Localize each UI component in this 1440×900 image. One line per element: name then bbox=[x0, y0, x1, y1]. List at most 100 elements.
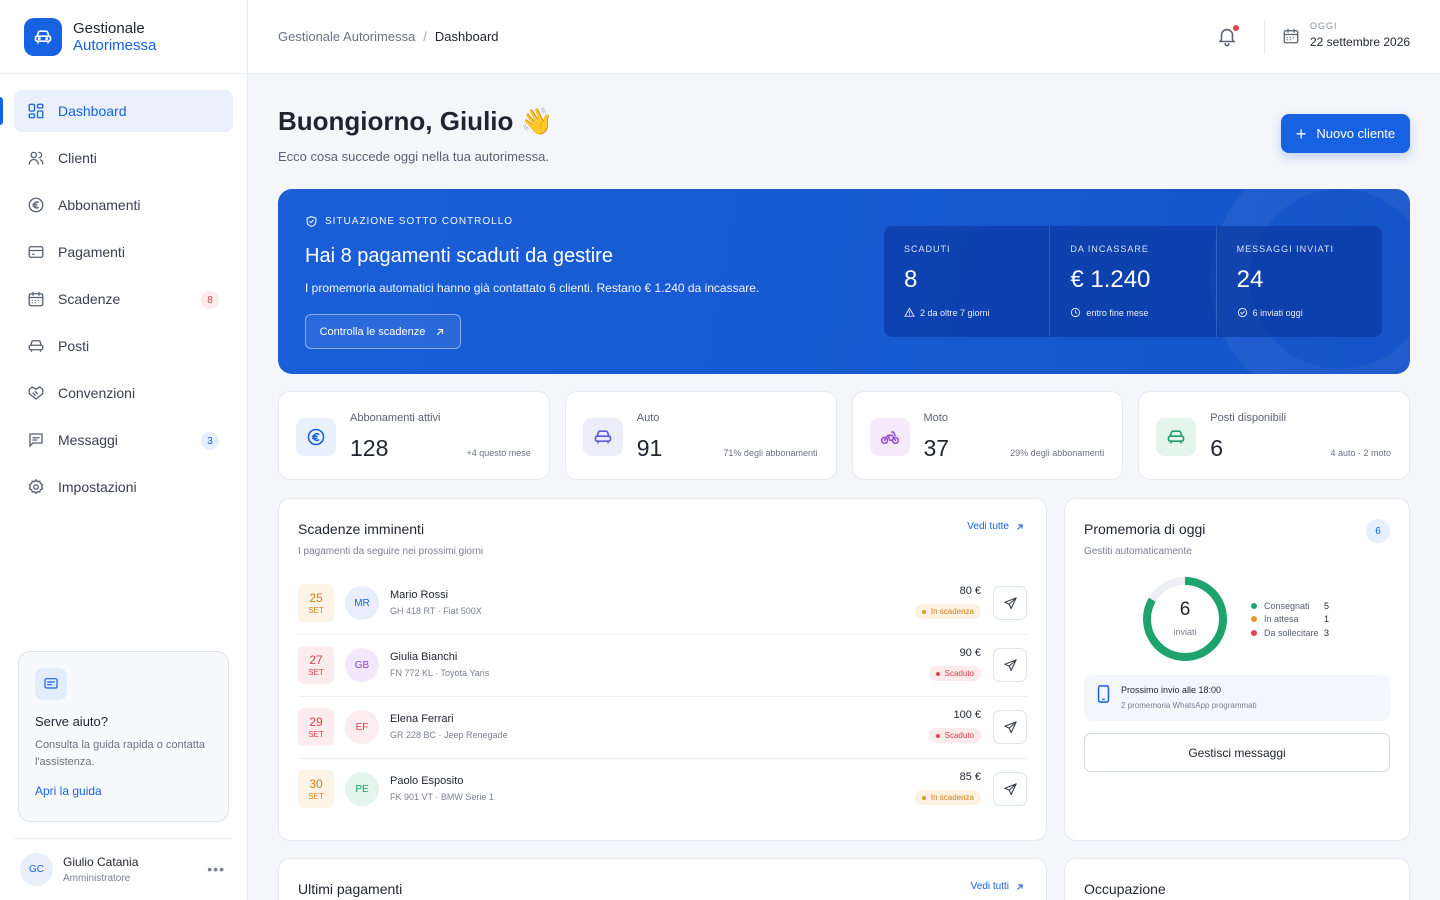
calendar-icon bbox=[1282, 27, 1300, 50]
deadline-row[interactable]: 25 SET MR Mario Rossi GH 418 RT · Fiat 50… bbox=[298, 573, 1027, 635]
sidebar-item-pagamenti[interactable]: Pagamenti bbox=[14, 231, 233, 273]
new-client-button[interactable]: + Nuovo cliente bbox=[1281, 114, 1410, 153]
topbar: Gestionale Autorimessa / Dashboard OGGI 22… bbox=[248, 0, 1440, 74]
avatar: PE bbox=[345, 772, 379, 806]
kpi-sub: +4 questo mese bbox=[466, 448, 531, 458]
stat-label: SCADUTI bbox=[904, 244, 951, 254]
kpi-sub: 29% degli abbonamenti bbox=[1010, 448, 1105, 458]
page-subtitle: Ecco cosa succede oggi nella tua autorim… bbox=[278, 149, 549, 164]
date-month: SET bbox=[308, 606, 324, 615]
send-icon bbox=[1003, 596, 1017, 609]
avatar: GC bbox=[20, 853, 53, 886]
kpi-sub: 71% degli abbonamenti bbox=[723, 448, 818, 458]
sidebar-item-abbonamenti[interactable]: Abbonamenti bbox=[14, 184, 233, 226]
deadline-row[interactable]: 27 SET GB Giulia Bianchi FN 772 KL · Toyo… bbox=[298, 635, 1027, 697]
sidebar-item-label: Convenzioni bbox=[58, 385, 136, 401]
car-icon bbox=[582, 418, 623, 456]
brand-line1: Gestionale bbox=[73, 19, 145, 37]
brand-line2: Autorimessa bbox=[73, 36, 157, 54]
banner-tag: SITUAZIONE SOTTO CONTROLLO bbox=[305, 215, 513, 228]
send-reminder-button[interactable] bbox=[993, 586, 1027, 620]
sidebar-item-messaggi[interactable]: Messaggi 3 bbox=[14, 419, 233, 461]
banner-title: Hai 8 pagamenti scaduti da gestire bbox=[305, 245, 613, 267]
sidebar-item-convenzioni[interactable]: Convenzioni bbox=[14, 372, 233, 414]
help-title: Serve aiuto? bbox=[35, 714, 108, 729]
kpi-value: 37 bbox=[923, 435, 950, 461]
stat-value: 8 bbox=[904, 266, 918, 293]
today-date: OGGI 22 settembre 2026 bbox=[1310, 21, 1410, 49]
breadcrumb-root[interactable]: Gestionale Autorimessa bbox=[278, 29, 415, 44]
deadlines-subtitle: I pagamenti da seguire nei prossimi gior… bbox=[298, 546, 484, 557]
kpi-motorbikes[interactable]: Moto 37 29% degli abbonamenti bbox=[851, 391, 1124, 480]
vehicle-plate: FK 901 VT · BMW Serie 1 bbox=[390, 792, 494, 802]
date-month: SET bbox=[308, 668, 324, 677]
sidebar-item-impostazioni[interactable]: Impostazioni bbox=[14, 466, 233, 508]
kpi-sub: 4 auto · 2 moto bbox=[1330, 448, 1391, 458]
vehicle-plate: GR 228 BC · Jeep Renegade bbox=[390, 730, 508, 740]
sidebar-item-label: Posti bbox=[58, 338, 90, 354]
gear-icon bbox=[26, 477, 46, 497]
sidebar: Gestionale Autorimessa Dashboard Clienti… bbox=[0, 0, 248, 900]
sidebar-item-dashboard[interactable]: Dashboard bbox=[14, 90, 233, 132]
shield-check-icon bbox=[306, 216, 317, 227]
send-reminder-button[interactable] bbox=[993, 648, 1027, 682]
next-send-box: Prossimo invio alle 18:00 2 promemoria W… bbox=[1084, 675, 1390, 721]
breadcrumb: Gestionale Autorimessa / Dashboard bbox=[278, 29, 499, 44]
active-indicator bbox=[0, 97, 3, 125]
send-icon bbox=[1003, 782, 1017, 795]
legend-value: 5 bbox=[1324, 600, 1330, 611]
see-all-deadlines-link[interactable]: Vedi tutte bbox=[967, 521, 1025, 532]
sidebar-item-label: Scadenze bbox=[58, 291, 121, 307]
brand[interactable]: Gestionale Autorimessa bbox=[0, 0, 247, 74]
see-all-label: Vedi tutte bbox=[967, 521, 1009, 532]
grid-icon bbox=[26, 101, 46, 121]
status-badge: In scadenza bbox=[914, 790, 981, 805]
more-icon[interactable]: ••• bbox=[207, 861, 225, 877]
stat-sub: 6 inviati oggi bbox=[1252, 307, 1303, 318]
bell-icon[interactable] bbox=[1216, 25, 1239, 52]
stat-sub: 2 da oltre 7 giorni bbox=[920, 307, 990, 318]
kpi-cars[interactable]: Auto 91 71% degli abbonamenti bbox=[564, 391, 837, 480]
client-name: Mario Rossi bbox=[390, 589, 449, 601]
stat-messages: MESSAGGI INVIATI 24 6 inviati oggi bbox=[1215, 226, 1382, 337]
legend-label: In attesa bbox=[1264, 614, 1299, 625]
status-banner: SITUAZIONE SOTTO CONTROLLO Hai 8 pagamen… bbox=[278, 189, 1410, 374]
help-guide-link[interactable]: Apri la guida bbox=[35, 784, 212, 798]
send-reminder-button[interactable] bbox=[993, 710, 1027, 744]
send-reminder-button[interactable] bbox=[993, 772, 1027, 806]
kpi-available-spots[interactable]: Posti disponibili 6 4 auto · 2 moto bbox=[1138, 391, 1410, 480]
deadline-row[interactable]: 30 SET PE Paolo Esposito FK 901 VT · BMW … bbox=[298, 759, 1027, 821]
new-client-label: Nuovo cliente bbox=[1316, 126, 1396, 141]
phone-icon bbox=[1097, 685, 1110, 708]
notification-dot bbox=[1233, 25, 1239, 31]
check-deadlines-label: Controlla le scadenze bbox=[319, 325, 426, 338]
deadline-row[interactable]: 29 SET EF Elena Ferrari GR 228 BC · Jeep … bbox=[298, 697, 1027, 759]
manage-messages-button[interactable]: Gestisci messaggi bbox=[1084, 733, 1390, 772]
card-icon bbox=[26, 242, 46, 262]
reminders-card: Promemoria di oggi Gestiti automaticamen… bbox=[1064, 498, 1410, 841]
status-label: Scaduto bbox=[944, 669, 974, 678]
euro-icon bbox=[296, 418, 336, 456]
page-title: Buongiorno, Giulio 👋 bbox=[278, 106, 553, 136]
kpi-active-subscriptions[interactable]: Abbonamenti attivi 128 +4 questo mese bbox=[278, 391, 550, 480]
today-value: 22 settembre 2026 bbox=[1310, 35, 1411, 49]
car-icon bbox=[26, 336, 46, 356]
client-name: Giulia Bianchi bbox=[390, 651, 458, 663]
vehicle-plate: GH 418 RT · Fiat 500X bbox=[390, 606, 482, 616]
calendar-icon bbox=[26, 289, 46, 309]
send-icon bbox=[1003, 720, 1017, 733]
avatar: EF bbox=[345, 710, 379, 744]
kpi-value: 6 bbox=[1210, 435, 1224, 461]
date-day: 30 bbox=[309, 777, 323, 791]
car-icon bbox=[1156, 418, 1197, 456]
sidebar-item-clienti[interactable]: Clienti bbox=[14, 137, 233, 179]
arrow-up-right-icon bbox=[1017, 523, 1023, 530]
user-profile[interactable]: GC Giulio Catania Amministratore ••• bbox=[14, 838, 233, 900]
sidebar-item-scadenze[interactable]: Scadenze 8 bbox=[14, 278, 233, 320]
check-deadlines-button[interactable]: Controlla le scadenze bbox=[305, 314, 461, 349]
scadenze-count-badge: 8 bbox=[201, 291, 219, 309]
banner-stats: SCADUTI 8 2 da oltre 7 giorni DA INCASSA… bbox=[884, 226, 1382, 337]
sidebar-item-posti[interactable]: Posti bbox=[14, 325, 233, 367]
chat-icon bbox=[35, 668, 67, 700]
see-all-payments-link[interactable]: Vedi tutti bbox=[971, 881, 1025, 892]
